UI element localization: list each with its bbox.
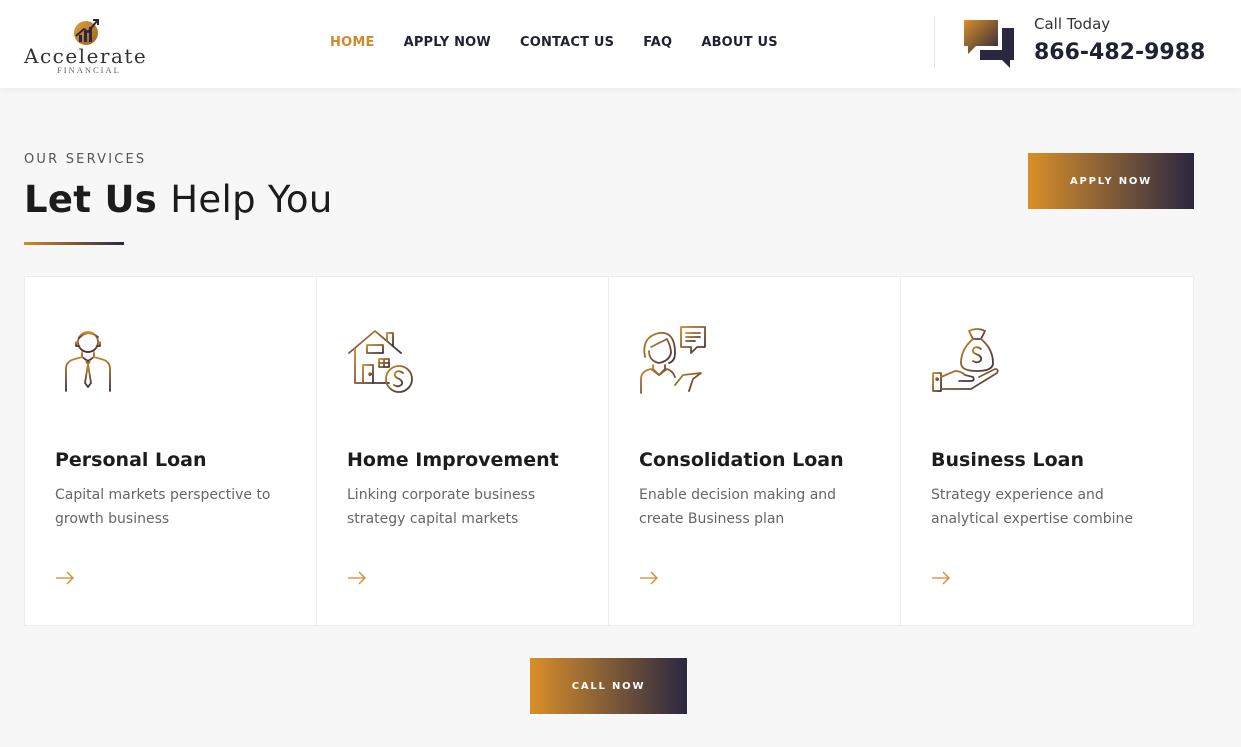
nav-item-apply-now[interactable]: APPLY NOW bbox=[404, 35, 491, 50]
apply-now-button[interactable]: APPLY NOW bbox=[1028, 153, 1194, 209]
chat-bubbles-icon bbox=[964, 20, 1014, 68]
nav-item-about-us[interactable]: ABOUT US bbox=[701, 35, 778, 50]
nav-item-home[interactable]: HOME bbox=[330, 35, 375, 50]
header-divider bbox=[934, 16, 935, 68]
call-now-button[interactable]: CALL NOW bbox=[530, 658, 687, 714]
businessman-icon bbox=[65, 331, 111, 392]
service-title: Consolidation Loan bbox=[639, 449, 844, 471]
house-dollar-icon bbox=[348, 330, 413, 393]
headline-bold: Let Us bbox=[24, 178, 158, 221]
arrow-right-icon[interactable] bbox=[55, 571, 75, 585]
service-card-business-loan[interactable]: Business Loan Strategy experience and an… bbox=[901, 277, 1193, 625]
logo[interactable]: Accelerate FINANCIAL bbox=[24, 14, 164, 76]
section-headline: Let Us Help You bbox=[24, 178, 333, 221]
services-grid: Personal Loan Capital markets perspectiv… bbox=[24, 276, 1194, 626]
headline-underline bbox=[24, 242, 124, 245]
service-card-personal-loan[interactable]: Personal Loan Capital markets perspectiv… bbox=[25, 277, 317, 625]
arrow-right-icon[interactable] bbox=[347, 571, 367, 585]
service-desc: Capital markets perspective to growth bu… bbox=[55, 487, 271, 527]
service-title: Personal Loan bbox=[55, 449, 207, 471]
service-desc: Strategy experience and analytical exper… bbox=[931, 487, 1134, 527]
arrow-right-icon[interactable] bbox=[931, 571, 951, 585]
logo-subtitle: FINANCIAL bbox=[57, 65, 121, 75]
headline-light: Help You bbox=[170, 178, 333, 221]
service-card-home-improvement[interactable]: Home Improvement Linking corporate busin… bbox=[317, 277, 609, 625]
nav-item-faq[interactable]: FAQ bbox=[643, 35, 672, 50]
service-card-consolidation-loan[interactable]: Consolidation Loan Enable decision makin… bbox=[609, 277, 901, 625]
arrow-right-icon[interactable] bbox=[639, 571, 659, 585]
service-desc: Enable decision making and create Busine… bbox=[639, 487, 837, 527]
service-title: Home Improvement bbox=[347, 449, 559, 471]
money-bag-hand-icon bbox=[932, 328, 999, 392]
main-nav: HOME APPLY NOW CONTACT US FAQ ABOUT US bbox=[330, 35, 807, 50]
call-today-label: Call Today bbox=[1034, 15, 1111, 33]
section-eyebrow: OUR SERVICES bbox=[24, 152, 147, 167]
consultant-chat-icon bbox=[640, 326, 706, 394]
phone-number[interactable]: 866-482-9988 bbox=[1034, 40, 1205, 65]
service-title: Business Loan bbox=[931, 449, 1084, 471]
service-desc: Linking corporate business strategy capi… bbox=[347, 487, 536, 527]
nav-item-contact-us[interactable]: CONTACT US bbox=[520, 35, 614, 50]
site-header: Accelerate FINANCIAL HOME APPLY NOW CONT… bbox=[0, 0, 1241, 88]
